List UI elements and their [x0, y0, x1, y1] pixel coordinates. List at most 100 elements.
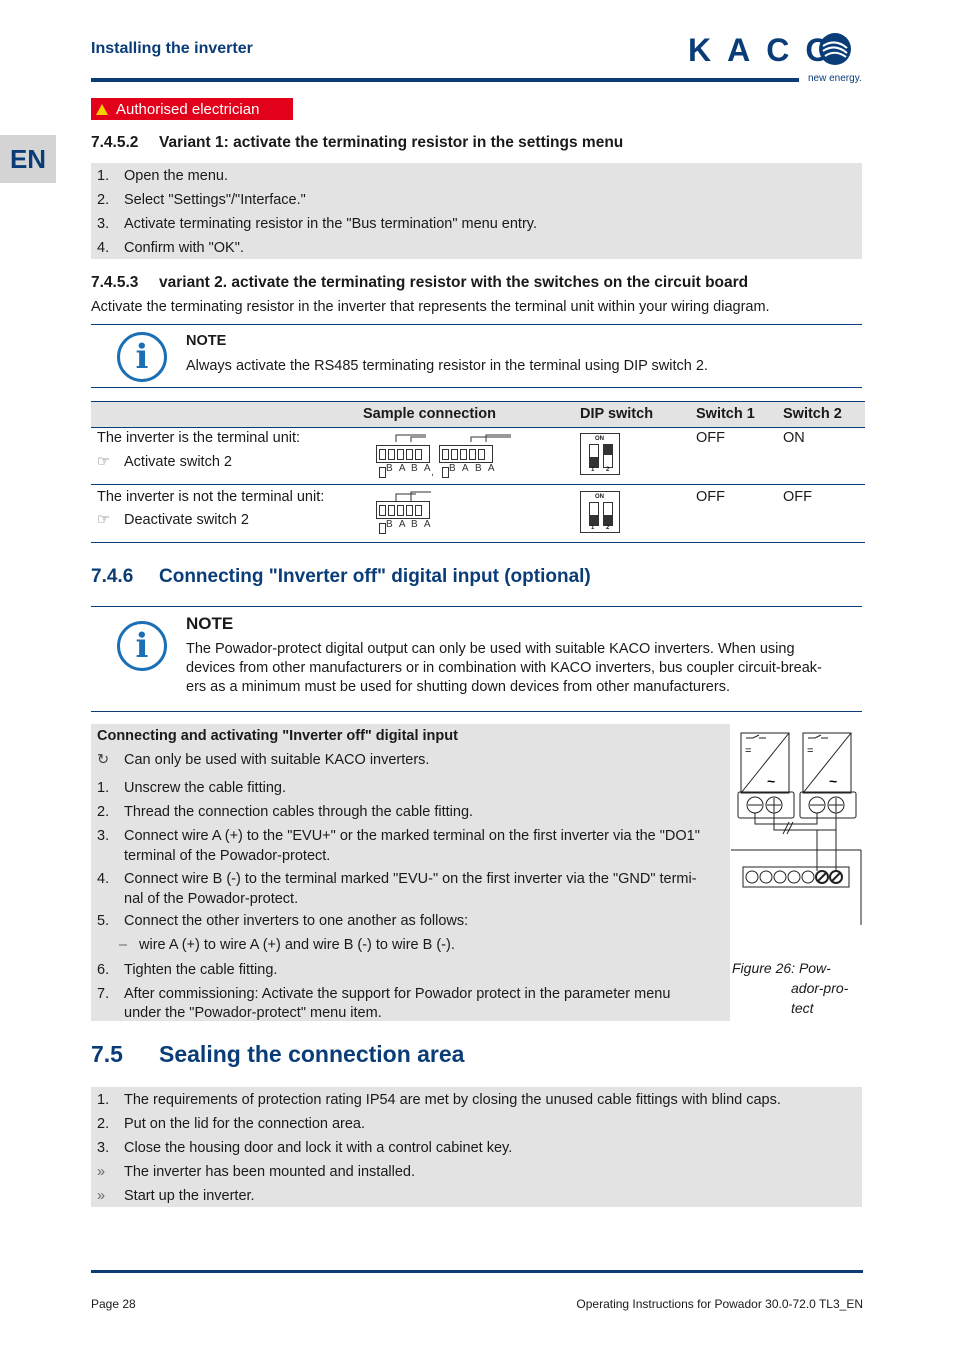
step-text: wire A (+) to wire A (+) and wire B (-) … [139, 937, 455, 953]
dip-number: 1 [591, 525, 595, 531]
note-text: The Powador-protect digital output can o… [186, 640, 866, 697]
dip-slot-2 [603, 444, 613, 468]
header-section-title: Installing the inverter [91, 40, 253, 57]
step-item: 7. After commissioning: Activate the supp… [91, 982, 730, 1025]
note-line: devices from other manufacturers or in c… [186, 660, 822, 676]
heading-text: Sealing the connection area [159, 1041, 465, 1067]
logo-swirl-icon [819, 33, 851, 65]
qualification-label: Authorised electrician [116, 100, 260, 118]
col-switch2: Switch 2 [783, 406, 842, 422]
dip-slot-2 [603, 502, 613, 526]
info-icon: i [117, 332, 167, 382]
steps-75: 1. The requirements of protection rating … [91, 1087, 862, 1207]
dip-switch-table: Sample connection DIP switch Switch 1 Sw… [91, 401, 865, 543]
figure-caption: Figure 26: Pow- ador-pro- tect [732, 958, 862, 1018]
step-text: Select "Settings"/"Interface." [124, 192, 306, 208]
heading-number: 7.4.6 [91, 566, 134, 587]
note-line: ers as a minimum must be used for shutti… [186, 679, 730, 695]
step-text: Connect wire A (+) to the "EVU+" or the … [124, 828, 700, 844]
heading-7452: 7.4.5.2 Variant 1: activate the terminati… [91, 134, 623, 152]
intro-paragraph: Activate the terminating resistor in the… [91, 299, 770, 315]
note-title: NOTE [186, 614, 234, 633]
step-text: Activate terminating resistor in the "Bu… [124, 216, 537, 232]
row-condition: The inverter is not the terminal unit: [97, 489, 325, 505]
switch1-value: OFF [696, 430, 725, 446]
qualification-badge: Authorised electrician [91, 98, 293, 120]
ac-symbol: ~ [767, 773, 775, 789]
terminal-block [376, 501, 430, 534]
step-text: Confirm with "OK". [124, 240, 244, 256]
step-text: Put on the lid for the connection area. [124, 1116, 366, 1132]
step-item: 4. Confirm with "OK". [91, 236, 862, 260]
step-text: After commissioning: Activate the suppor… [124, 986, 671, 1002]
dip-number: 1 [591, 467, 595, 473]
note-text: Always activate the RS485 terminating re… [186, 358, 708, 374]
step-text: Start up the inverter. [124, 1188, 255, 1204]
step-text: under the "Powador-protect" menu item. [124, 1005, 382, 1021]
table-row: The inverter is not the terminal unit: ☞… [91, 485, 865, 543]
info-icon: i [117, 621, 167, 671]
circular-arrow-icon: ↻ [97, 752, 110, 768]
step-number: 2. [97, 1116, 110, 1132]
col-switch1: Switch 1 [696, 406, 755, 422]
terminal-label: B A [386, 519, 408, 530]
note-box-powador: i NOTE The Powador-protect digital outpu… [91, 606, 862, 712]
step-text: The inverter has been mounted and instal… [124, 1164, 415, 1180]
heading-746: 7.4.6 Connecting "Inverter off" digital i… [91, 566, 591, 588]
terminal-block [376, 445, 430, 478]
step-number: 4. [97, 240, 110, 256]
row-condition: The inverter is the terminal unit: [97, 430, 301, 446]
step-text: Unscrew the cable fitting. [124, 780, 286, 796]
step-number: 5. [97, 913, 110, 929]
heading-number: 7.5 [91, 1041, 123, 1067]
figure-caption-line: Pow- [798, 960, 831, 976]
terminal-label: B A [449, 463, 471, 474]
step-item: 3. Connect wire A (+) to the "EVU+" or th… [91, 823, 730, 866]
result-item: » The inverter has been mounted and insta… [91, 1160, 862, 1184]
step-text: Tighten the cable fitting. [124, 962, 278, 978]
heading-number: 7.4.5.2 [91, 134, 139, 151]
note-box-dip: i NOTE Always activate the RS485 termina… [91, 324, 862, 388]
heading-75: 7.5 Sealing the connection area [91, 1041, 464, 1068]
step-text: nal of the Powador-protect. [124, 891, 299, 907]
dip-number: 2 [606, 525, 610, 531]
figure-caption-line: ador-pro- [791, 980, 849, 996]
heading-text: Variant 1: activate the terminating resi… [159, 134, 624, 151]
step-item: 1. Open the menu. [91, 164, 862, 188]
step-number: 2. [97, 192, 110, 208]
powador-protect-figure: = = ~ ~ [731, 732, 862, 925]
step-sub-item: – wire A (+) to wire A (+) and wire B (-)… [91, 933, 730, 958]
note-line: The Powador-protect digital output can o… [186, 641, 795, 657]
result-marker: » [97, 1164, 106, 1180]
separator: , [431, 467, 436, 478]
warning-triangle-icon [96, 103, 108, 115]
table-row: The inverter is the terminal unit: ☞ Act… [91, 427, 865, 485]
terminal-label: B A [475, 463, 497, 474]
language-tab: EN [0, 135, 56, 183]
dip-switch-diagram: ON 1 2 [580, 491, 620, 533]
terminal-block [439, 445, 493, 478]
steps-7452: 1. Open the menu. 2. Select "Settings"/"In… [91, 163, 862, 259]
step-number: 3. [97, 216, 110, 232]
step-number: 4. [97, 871, 110, 887]
step-number: 1. [97, 168, 110, 184]
table-header: Sample connection DIP switch Switch 1 Sw… [91, 401, 865, 428]
dash-bullet: – [119, 937, 128, 953]
step-text: Connect the other inverters to one anoth… [124, 913, 469, 929]
ac-symbol: ~ [829, 773, 837, 789]
step-item: 4. Connect wire B (-) to the terminal mar… [91, 866, 730, 909]
row-action: Activate switch 2 [124, 454, 232, 470]
dc-symbol: = [807, 745, 813, 757]
dip-number: 2 [606, 467, 610, 473]
step-text: Connect wire B (-) to the terminal marke… [124, 871, 697, 887]
step-text: The requirements of protection rating IP… [124, 1092, 781, 1108]
col-sample-connection: Sample connection [363, 406, 496, 422]
dip-slot-1 [589, 502, 599, 526]
col-dip-switch: DIP switch [580, 406, 654, 422]
switch2-value: OFF [783, 489, 812, 505]
switch1-value: OFF [696, 489, 725, 505]
step-text: terminal of the Powador-protect. [124, 848, 331, 864]
heading-text: variant 2. activate the terminating resi… [159, 274, 749, 291]
dip-slot-1 [589, 444, 599, 468]
step-item: 3. Activate terminating resistor in the "… [91, 212, 862, 236]
